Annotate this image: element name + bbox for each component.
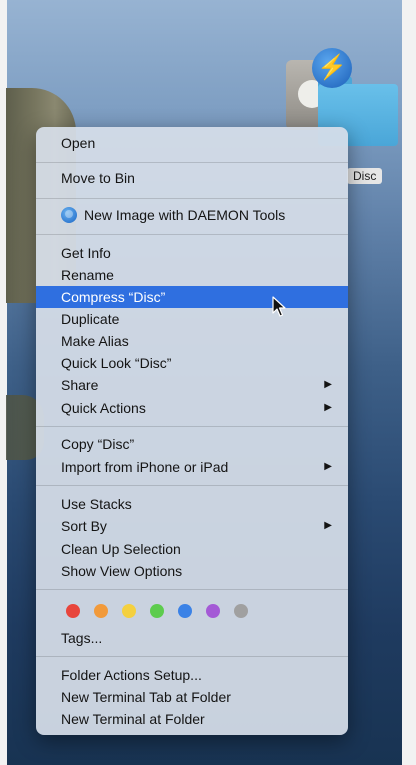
menu-item-label: Clean Up Selection (61, 541, 181, 557)
menu-item-label: Import from iPhone or iPad (61, 459, 229, 475)
menu-separator (36, 426, 348, 427)
menu-item-label: New Terminal at Folder (61, 711, 205, 727)
screen-frame-right (402, 0, 416, 765)
menu-item-label: Copy “Disc” (61, 436, 135, 452)
submenu-arrow-icon: ▶ (324, 379, 332, 390)
daemon-tools-lightning-icon: ⚡ (312, 48, 352, 88)
menu-item-sort-by[interactable]: Sort By ▶ (36, 515, 348, 537)
menu-item-label: Compress “Disc” (61, 289, 166, 305)
menu-item-move-to-bin[interactable]: Move to Bin (36, 167, 348, 189)
menu-item-folder-actions-setup[interactable]: Folder Actions Setup... (36, 664, 348, 686)
menu-item-label: New Terminal Tab at Folder (61, 689, 231, 705)
tag-orange-icon[interactable] (94, 604, 108, 618)
menu-item-label: Duplicate (61, 311, 120, 327)
menu-separator (36, 589, 348, 590)
menu-item-label: New Image with DAEMON Tools (84, 207, 286, 223)
submenu-arrow-icon: ▶ (324, 402, 332, 413)
mouse-pointer-icon (272, 296, 286, 317)
menu-item-import-iphone[interactable]: Import from iPhone or iPad ▶ (36, 456, 348, 478)
menu-item-label: Tags... (61, 630, 103, 646)
menu-separator (36, 162, 348, 163)
menu-item-copy[interactable]: Copy “Disc” (36, 433, 348, 455)
menu-item-get-info[interactable]: Get Info (36, 242, 348, 264)
tag-green-icon[interactable] (150, 604, 164, 618)
menu-item-new-terminal[interactable]: New Terminal at Folder (36, 708, 348, 730)
menu-item-label: Quick Actions (61, 400, 146, 416)
menu-item-label: Use Stacks (61, 496, 132, 512)
menu-item-label: Sort By (61, 518, 107, 534)
tag-red-icon[interactable] (66, 604, 80, 618)
menu-separator (36, 234, 348, 235)
menu-item-show-view-options[interactable]: Show View Options (36, 560, 348, 582)
menu-item-label: Show View Options (61, 563, 183, 579)
menu-separator (36, 198, 348, 199)
menu-item-quick-look[interactable]: Quick Look “Disc” (36, 352, 348, 374)
menu-separator (36, 485, 348, 486)
menu-item-label: Make Alias (61, 333, 129, 349)
submenu-arrow-icon: ▶ (324, 461, 332, 472)
menu-item-duplicate[interactable]: Duplicate (36, 308, 348, 330)
menu-item-share[interactable]: Share ▶ (36, 374, 348, 396)
menu-item-label: Quick Look “Disc” (61, 355, 172, 371)
menu-item-label: Move to Bin (61, 170, 135, 186)
menu-item-label: Share (61, 377, 99, 393)
menu-item-tags[interactable]: Tags... (36, 627, 348, 649)
menu-item-compress[interactable]: Compress “Disc” (36, 286, 348, 308)
tag-blue-icon[interactable] (178, 604, 192, 618)
menu-item-label: Folder Actions Setup... (61, 667, 202, 683)
desktop-file-label[interactable]: Disc (347, 168, 383, 184)
menu-separator (36, 656, 348, 657)
menu-item-rename[interactable]: Rename (36, 264, 348, 286)
menu-item-make-alias[interactable]: Make Alias (36, 330, 348, 352)
daemon-tools-icon (61, 207, 77, 223)
menu-item-label: Get Info (61, 245, 111, 261)
menu-item-new-terminal-tab[interactable]: New Terminal Tab at Folder (36, 686, 348, 708)
tag-gray-icon[interactable] (234, 604, 248, 618)
menu-item-use-stacks[interactable]: Use Stacks (36, 493, 348, 515)
menu-item-clean-up-selection[interactable]: Clean Up Selection (36, 538, 348, 560)
menu-item-new-image-daemon[interactable]: New Image with DAEMON Tools (36, 204, 348, 226)
context-menu: Open Move to Bin New Image with DAEMON T… (36, 127, 348, 735)
menu-item-label: Rename (61, 267, 114, 283)
tag-purple-icon[interactable] (206, 604, 220, 618)
desktop-background: ⚡ Disc Open Move to Bin New Image with D… (0, 0, 416, 765)
menu-item-open[interactable]: Open (36, 132, 348, 154)
tag-yellow-icon[interactable] (122, 604, 136, 618)
menu-item-quick-actions[interactable]: Quick Actions ▶ (36, 397, 348, 419)
submenu-arrow-icon: ▶ (324, 520, 332, 531)
menu-item-label: Open (61, 135, 96, 151)
